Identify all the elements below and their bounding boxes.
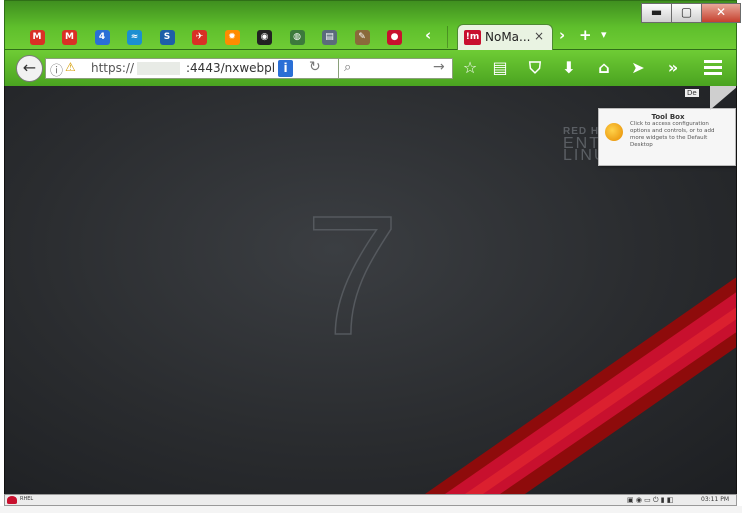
window-bottom-edge <box>0 506 742 513</box>
screen-icon: ▤ <box>322 29 337 45</box>
gmail-icon: M <box>29 29 45 45</box>
tab-title: NoMa... <box>485 30 531 44</box>
tooltip-title: Tool Box <box>651 113 685 121</box>
tab-separator <box>447 26 448 48</box>
tooltip-body: Click to access configuration options an… <box>630 121 715 148</box>
remote-taskbar: RHEL ▣ ◉ ▭ ⏻ ▮ ◧ 03:11 PM <box>4 494 737 506</box>
s-icon: S <box>159 29 175 45</box>
search-input[interactable]: ⌕ → <box>338 58 453 79</box>
send-button[interactable]: ➤ <box>627 57 649 79</box>
url-bar[interactable]: ⓘ ⚠ https:// :4443/nxwebpl i ↻ <box>45 58 341 79</box>
minimize-icon[interactable]: ▬ <box>641 3 672 23</box>
toolbox-corner[interactable]: De <box>681 86 736 110</box>
book-icon: ✎ <box>354 29 370 45</box>
browser-window: M M 4 ≈ S ✈ ✹ ◉ ◍ ▤ ✎ ● ‹ !m NoMa... × › + ▾ ▬ ▢ ✕ … <box>0 0 742 513</box>
navigation-toolbar: ← ⓘ ⚠ https:// :4443/nxwebpl i ↻ ⌕ → ☆ ▤ ⛉… <box>4 50 737 86</box>
list-all-tabs-button[interactable]: ▾ <box>601 28 607 41</box>
pinned-tab-sun-icon[interactable]: ✹ <box>220 27 244 47</box>
pinned-tab-puzzle-icon[interactable]: ◉ <box>253 27 277 47</box>
pinned-tab-redhat-icon[interactable]: ● <box>383 27 407 47</box>
tab-close-icon[interactable]: × <box>534 29 544 43</box>
insecure-lock-icon[interactable]: ⚠ <box>65 60 76 74</box>
pinned-tab-s-icon[interactable]: S <box>155 27 179 47</box>
bookmark-star-button[interactable]: ☆ <box>459 57 481 79</box>
pinned-tab-screen-icon[interactable]: ▤ <box>318 27 342 47</box>
pocket-button[interactable]: ⛉ <box>524 57 546 79</box>
back-button[interactable]: ← <box>16 55 43 82</box>
close-icon[interactable]: ✕ <box>701 3 741 23</box>
reading-list-button[interactable]: ▤ <box>489 57 511 79</box>
gmail-icon: M <box>62 29 77 45</box>
search-go-icon[interactable]: → <box>433 59 445 75</box>
page-info-icon[interactable]: i <box>278 60 293 77</box>
pinned-tab-plane-icon[interactable]: ✈ <box>188 27 212 47</box>
url-redacted-host <box>137 62 180 75</box>
new-tab-button[interactable]: + <box>579 26 592 44</box>
redhat-icon: ● <box>387 29 402 45</box>
wave-icon: ≈ <box>127 29 142 45</box>
version-numeral: 7 <box>304 181 400 371</box>
info-icon[interactable]: ⓘ <box>50 60 63 79</box>
system-tray[interactable]: ▣ ◉ ▭ ⏻ ▮ ◧ <box>627 496 673 505</box>
maximize-icon[interactable]: ▢ <box>671 3 702 23</box>
overflow-button[interactable]: » <box>662 57 684 79</box>
url-scheme: https:// <box>91 61 135 75</box>
nomachine-icon: !m <box>464 30 481 45</box>
reload-icon[interactable]: ↻ <box>309 59 321 75</box>
search-icon: ⌕ <box>344 60 352 75</box>
tab-bar: M M 4 ≈ S ✈ ✹ ◉ ◍ ▤ ✎ ● ‹ !m NoMa... × › + ▾ ▬ ▢ ✕ <box>4 0 741 51</box>
plane-icon: ✈ <box>192 29 207 45</box>
calendar-icon: 4 <box>94 29 110 45</box>
pinned-tab-book-icon[interactable]: ✎ <box>350 27 374 47</box>
taskbar-clock: 03:11 PM <box>701 496 729 503</box>
start-label[interactable]: RHEL <box>20 496 33 502</box>
pinned-tab-globe-icon[interactable]: ◍ <box>285 27 309 47</box>
url-path: :4443/nxwebpl <box>186 61 276 75</box>
toolbox-corner-label: De <box>685 89 699 97</box>
home-button[interactable]: ⌂ <box>593 57 615 79</box>
pinned-tab-wave-icon[interactable]: ≈ <box>123 27 147 47</box>
pinned-tab-gmail-icon[interactable]: M <box>58 27 82 47</box>
sun-icon: ✹ <box>224 29 240 45</box>
tab-scroll-left-button[interactable]: ‹ <box>425 26 431 44</box>
toolbox-tooltip: Tool Box Click to access configuration o… <box>598 108 736 166</box>
pinned-tab-gmail-icon[interactable]: M <box>25 27 49 47</box>
redhat-start-icon[interactable] <box>7 496 17 504</box>
page-peel-icon[interactable] <box>710 86 736 110</box>
hamburger-menu-icon[interactable] <box>702 57 724 77</box>
pinned-tab-calendar-icon[interactable]: 4 <box>90 27 114 47</box>
toolbox-icon <box>605 123 623 141</box>
downloads-button[interactable]: ⬇ <box>558 57 580 79</box>
puzzle-icon: ◉ <box>257 29 272 45</box>
tab-scroll-right-button[interactable]: › <box>559 26 565 44</box>
globe-icon: ◍ <box>289 29 305 45</box>
remote-desktop-view[interactable]: 7 RED H ENTE LINU Tool Box Click to acce… <box>4 86 737 494</box>
tab-nomachine[interactable]: !m NoMa... × <box>457 24 553 51</box>
